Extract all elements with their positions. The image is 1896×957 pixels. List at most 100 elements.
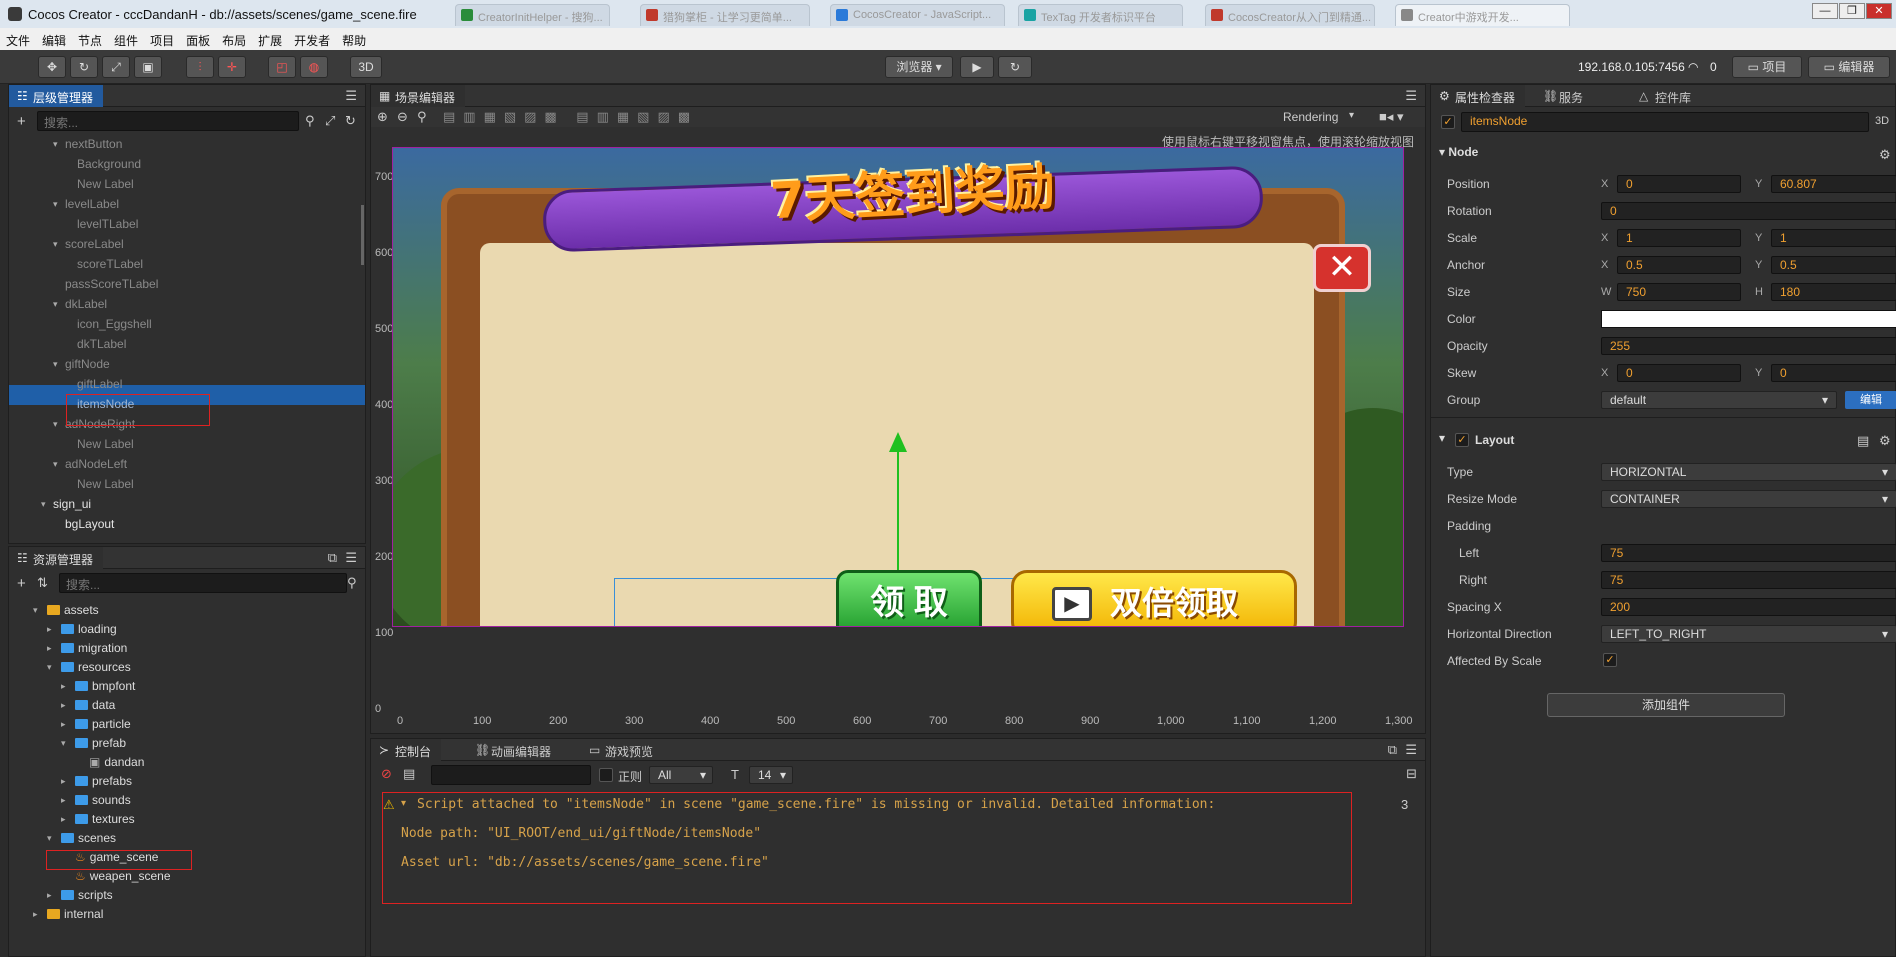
browser-tab[interactable]: CocosCreator从入门到精通... — [1205, 4, 1375, 26]
tab-scene[interactable]: ▦ 场景编辑器 — [371, 85, 466, 107]
expand-log-icon[interactable]: ▾ — [401, 798, 406, 809]
double-claim-button[interactable]: ▶ 双倍领取 — [1011, 570, 1297, 626]
anchor-x-input[interactable]: 0.5 — [1617, 256, 1741, 274]
asset-item[interactable]: ▾ resources — [47, 660, 131, 674]
project-button[interactable]: ▭ 项目 — [1732, 56, 1802, 78]
tree-node[interactable]: icon_Eggshell — [77, 317, 152, 331]
menu-help[interactable]: 帮助 — [336, 28, 372, 49]
asset-item[interactable]: ▾ scenes — [47, 831, 116, 845]
chevron-down-icon[interactable]: ▾ — [53, 459, 58, 470]
tab-widgets[interactable]: △ 控件库 — [1631, 85, 1701, 107]
menu-component[interactable]: 组件 — [108, 28, 144, 49]
zoom-in-icon[interactable]: ⊕ — [377, 109, 388, 125]
browser-tab[interactable]: 猎狗掌柜 - 让学习更简单... — [640, 4, 810, 26]
regex-checkbox[interactable] — [599, 768, 613, 782]
maximize-button[interactable]: ❐ — [1839, 3, 1865, 19]
tree-node[interactable]: New Label — [77, 437, 134, 451]
popout-icon[interactable]: ⧉ — [1388, 742, 1397, 758]
tab-hierarchy[interactable]: ☷ 层级管理器 — [9, 85, 104, 107]
camera-icon[interactable]: ■◂ ▾ — [1379, 109, 1404, 125]
move-tool-icon[interactable]: ✥ — [38, 56, 66, 78]
resize-mode-select[interactable]: CONTAINER ▾ — [1601, 490, 1896, 508]
size-h-input[interactable]: 180 — [1771, 283, 1896, 301]
position-y-input[interactable]: 60.807 — [1771, 175, 1896, 193]
tree-node[interactable]: New Label — [77, 177, 134, 191]
game-viewport[interactable]: 7天签到奖励 ✕ 领 取 ▶ 双倍领取 — [392, 147, 1404, 627]
tree-node[interactable]: Background — [77, 157, 141, 171]
rect-tool-icon[interactable]: ▣ — [134, 56, 162, 78]
assets-search-input[interactable]: 搜索... — [59, 573, 347, 593]
chevron-right-icon[interactable]: ▸ — [47, 890, 52, 901]
chevron-down-icon[interactable]: ▾ — [61, 738, 66, 749]
panel-menu-icon[interactable]: ☰ — [1405, 88, 1417, 104]
tree-node[interactable]: giftLabel — [77, 377, 122, 391]
asset-item[interactable]: ▸ textures — [61, 812, 135, 826]
tree-node[interactable]: bgLayout — [65, 517, 114, 531]
menu-edit[interactable]: 编辑 — [36, 28, 72, 49]
chevron-down-icon[interactable]: ▾ — [53, 199, 58, 210]
tab-inspector[interactable]: ⚙ 属性检查器 — [1431, 85, 1526, 107]
asset-item[interactable]: ▾ assets — [33, 603, 99, 617]
gizmo-y-arrow[interactable] — [889, 432, 907, 452]
tree-node[interactable]: ▾ sign_ui — [41, 497, 91, 511]
skew-y-input[interactable]: 0 — [1771, 364, 1896, 382]
menu-layout[interactable]: 布局 — [216, 28, 252, 49]
asset-item[interactable]: ▸ scripts — [47, 888, 113, 902]
add-node-icon[interactable]: + — [17, 113, 26, 130]
tree-node[interactable]: itemsNode — [77, 397, 134, 411]
asset-item[interactable]: ▸ internal — [33, 907, 103, 921]
chevron-down-icon[interactable]: ▾ — [47, 833, 52, 844]
tree-node[interactable]: ▾ nextButton — [53, 137, 122, 151]
menu-file[interactable]: 文件 — [0, 28, 36, 49]
menu-panel[interactable]: 面板 — [180, 28, 216, 49]
global-space-icon[interactable]: ◍ — [300, 56, 328, 78]
asset-item[interactable]: ▸ loading — [47, 622, 117, 636]
refresh-icon[interactable]: ↻ — [345, 113, 356, 129]
rendering-select[interactable]: Rendering — [1283, 110, 1338, 124]
type-select[interactable]: HORIZONTAL ▾ — [1601, 463, 1896, 481]
tree-node[interactable]: ▾ dkLabel — [53, 297, 107, 311]
claim-button[interactable]: 领 取 — [836, 570, 982, 626]
node-name-input[interactable]: itemsNode — [1461, 112, 1869, 132]
chevron-down-icon[interactable]: ▾ — [53, 299, 58, 310]
tab-game-preview[interactable]: ▭ 游戏预览 — [581, 739, 663, 761]
scale-y-input[interactable]: 1 — [1771, 229, 1896, 247]
chevron-right-icon[interactable]: ▸ — [33, 909, 38, 920]
chevron-down-icon[interactable]: ▾ — [53, 359, 58, 370]
zoom-out-icon[interactable]: ⊖ — [397, 109, 408, 125]
align-icons[interactable]: ▤▥▦▧▨▩ ▤▥▦▧▨▩ — [443, 109, 698, 125]
popout-icon[interactable]: ⧉ — [328, 550, 337, 566]
minimize-button[interactable]: — — [1812, 3, 1838, 19]
tree-node[interactable]: scoreTLabel — [77, 257, 143, 271]
menu-project[interactable]: 项目 — [144, 28, 180, 49]
color-swatch[interactable] — [1601, 310, 1896, 328]
affected-by-scale-checkbox[interactable]: ✓ — [1603, 653, 1617, 667]
chevron-down-icon[interactable]: ▾ — [53, 239, 58, 250]
asset-item[interactable]: ▸ sounds — [61, 793, 131, 807]
chevron-right-icon[interactable]: ▸ — [61, 814, 66, 825]
book-icon[interactable]: ▤ — [1857, 433, 1869, 449]
browser-tab[interactable]: TexTag 开发者标识平台 — [1018, 4, 1183, 26]
anchor-y-input[interactable]: 0.5 — [1771, 256, 1896, 274]
local-space-icon[interactable]: ◰ — [268, 56, 296, 78]
tree-node[interactable]: ▾ giftNode — [53, 357, 110, 371]
panel-menu-icon[interactable]: ☰ — [1405, 742, 1417, 758]
menu-developer[interactable]: 开发者 — [288, 28, 336, 49]
scale-x-input[interactable]: 1 — [1617, 229, 1741, 247]
chevron-right-icon[interactable]: ▸ — [61, 795, 66, 806]
padding-right-input[interactable]: 75 — [1601, 571, 1896, 589]
tree-node[interactable]: dkTLabel — [77, 337, 126, 351]
position-x-input[interactable]: 0 — [1617, 175, 1741, 193]
tree-node[interactable]: ▾ scoreLabel — [53, 237, 124, 251]
chevron-down-icon[interactable]: ▾ — [33, 605, 38, 616]
rotate-tool-icon[interactable]: ↻ — [70, 56, 98, 78]
log-level-select[interactable]: All ▾ — [649, 766, 713, 784]
chevron-down-icon[interactable]: ▾ — [47, 662, 52, 673]
chevron-down-icon[interactable]: ▾ — [41, 499, 46, 510]
refresh-icon[interactable]: ↻ — [998, 56, 1032, 78]
browser-select[interactable]: 浏览器 ▾ — [885, 56, 953, 78]
gizmo-y-axis[interactable] — [897, 448, 899, 578]
console-line[interactable]: Script attached to "itemsNode" in scene … — [417, 797, 1215, 812]
close-window-button[interactable]: ✕ — [1866, 3, 1892, 19]
browser-tab[interactable]: CreatorInitHelper - 搜狗... — [455, 4, 610, 26]
